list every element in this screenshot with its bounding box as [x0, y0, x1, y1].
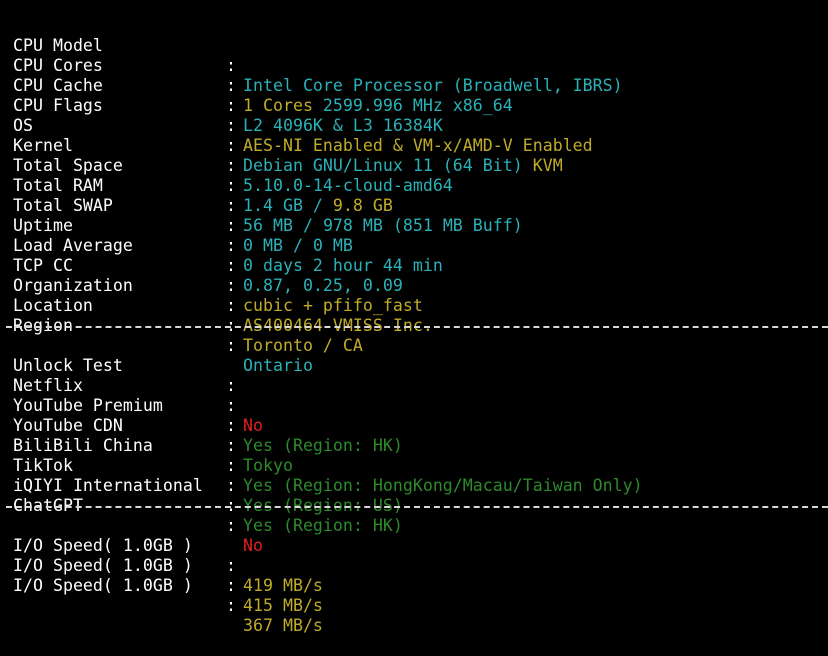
unlock-row-youtube-premium: YouTube Premium : Yes (Region: HK) [0, 376, 828, 455]
info-row-cpu-model: CPU Model : Intel Core Processor (Broadw… [0, 16, 828, 95]
unlock-row-bilibili: BiliBili China : Yes (Region: HongKong/M… [0, 416, 828, 495]
info-row-total-swap: Total SWAP : 0 MB / 0 MB [0, 176, 828, 255]
info-row-os: OS : Debian GNU/Linux 11 (64 Bit) KVM [0, 96, 828, 175]
info-row-tcp-cc: TCP CC : cubic + pfifo_fast [0, 236, 828, 315]
io-value: 415 MB/s [243, 596, 323, 615]
unlock-row-tiktok: TikTok : Yes (Region: US) [0, 436, 828, 515]
separator: : [226, 596, 236, 615]
info-row-cpu-cores: CPU Cores : 1 Cores 2599.996 MHz x86_64 [0, 36, 828, 115]
io-value: 367 MB/s [243, 616, 323, 635]
unlock-row-iqiyi: iQIYI International : Yes (Region: HK) [0, 456, 828, 535]
unlock-row-chatgpt: ChatGPT : No [0, 476, 828, 555]
separator: : [226, 576, 236, 595]
terminal-output: CPU Model : Intel Core Processor (Broadw… [0, 16, 828, 635]
unlock-row-header: Unlock Test : [0, 336, 828, 395]
info-row-cpu-flags: CPU Flags : AES-NI Enabled & VM-x/AMD-V … [0, 76, 828, 155]
io-row-3: I/O Speed( 1.0GB ) : 367 MB/s [0, 556, 828, 635]
dashed-divider [0, 496, 828, 516]
unlock-row-youtube-cdn: YouTube CDN : Tokyo [0, 396, 828, 475]
io-row-2: I/O Speed( 1.0GB ) : 415 MB/s [0, 536, 828, 615]
io-row-1: I/O Speed( 1.0GB ) : 419 MB/s [0, 516, 828, 595]
info-row-load-average: Load Average : 0.87, 0.25, 0.09 [0, 216, 828, 295]
info-row-region: Region : Ontario [0, 296, 828, 375]
info-row-total-ram: Total RAM : 56 MB / 978 MB (851 MB Buff) [0, 156, 828, 235]
info-row-total-space: Total Space : 1.4 GB / 9.8 GB [0, 136, 828, 215]
info-row-organization: Organization : AS400464 VMISS Inc. [0, 256, 828, 335]
io-label: I/O Speed( 1.0GB ) [13, 576, 193, 595]
dashed-divider [0, 316, 828, 336]
info-row-cpu-cache: CPU Cache : L2 4096K & L3 16384K [0, 56, 828, 135]
unlock-row-netflix: Netflix : No [0, 356, 828, 435]
io-value: 419 MB/s [243, 576, 323, 595]
info-row-uptime: Uptime : 0 days 2 hour 44 min [0, 196, 828, 275]
info-row-location: Location : Toronto / CA [0, 276, 828, 355]
info-row-kernel: Kernel : 5.10.0-14-cloud-amd64 [0, 116, 828, 195]
